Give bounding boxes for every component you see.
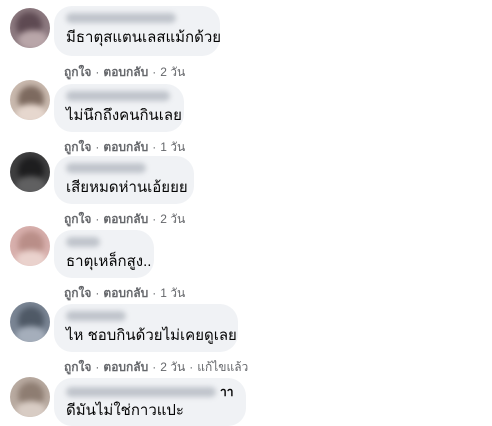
avatar[interactable] [10,80,50,120]
avatar[interactable] [10,8,50,48]
comment-text: มีธาตุสแตนเลสแม้กด้วย [66,29,222,46]
commenter-name-suffix: าา [220,384,234,399]
comment-bubble: าา ดีมันไม่ใช่กาวแปะ [54,378,246,426]
avatar[interactable] [10,152,50,192]
reply-button[interactable]: ตอบกลับ [103,65,148,79]
reply-button[interactable]: ตอบกลับ [103,360,148,374]
comment-text: ธาตุเหล็กสูง.. [66,253,152,270]
like-button[interactable]: ถูกใจ [64,286,91,300]
comment-text: ไม่นึกถึงคนกินเลย [66,107,182,124]
comment-bubble: ธาตุเหล็กสูง.. [54,230,154,278]
commenter-name-redacted[interactable] [66,13,176,23]
commenter-name-redacted[interactable] [66,311,126,321]
reply-button[interactable]: ตอบกลับ [103,140,148,154]
timestamp[interactable]: 2 วัน [160,65,185,79]
commenter-name-redacted[interactable] [66,387,216,397]
like-button[interactable]: ถูกใจ [64,65,91,79]
avatar[interactable] [10,302,50,342]
timestamp[interactable]: 2 วัน [160,360,185,374]
comment-actions: ถูกใจ · ตอบกลับ · 2 วัน [64,212,186,226]
timestamp[interactable]: 1 วัน [160,140,185,154]
comment-actions: ถูกใจ · ตอบกลับ · 2 วัน · แก้ไขแล้ว [64,360,249,374]
avatar[interactable] [10,226,50,266]
comment-actions: ถูกใจ · ตอบกลับ · 1 วัน [64,286,186,300]
comment-bubble: ไม่นึกถึงคนกินเลย [54,84,184,132]
reply-button[interactable]: ตอบกลับ [103,286,148,300]
commenter-name-redacted[interactable] [66,91,170,101]
commenter-name-redacted[interactable] [66,163,146,173]
timestamp[interactable]: 2 วัน [160,212,185,226]
comment-bubble: เสียหมดห่านเอ้ยยย [54,156,194,204]
comment-text: ดีมันไม่ใช่กาวแปะ [66,402,184,419]
comment-text: ไห ชอบกินด้วยไม่เคยดูเลย [66,327,237,344]
reply-button[interactable]: ตอบกลับ [103,212,148,226]
comment-bubble: มีธาตุสแตนเลสแม้กด้วย [54,6,222,56]
comment-text: เสียหมดห่านเอ้ยยย [66,179,188,196]
comment-actions: ถูกใจ · ตอบกลับ · 1 วัน [64,140,186,154]
like-button[interactable]: ถูกใจ [64,360,91,374]
like-button[interactable]: ถูกใจ [64,212,91,226]
commenter-name: าา [66,385,234,399]
commenter-name-redacted[interactable] [66,237,100,247]
comment-actions: ถูกใจ · ตอบกลับ · 2 วัน [64,65,186,79]
timestamp[interactable]: 1 วัน [160,286,185,300]
edited-label[interactable]: แก้ไขแล้ว [197,360,248,374]
avatar[interactable] [10,377,50,417]
comment-bubble: ไห ชอบกินด้วยไม่เคยดูเลย [54,304,238,352]
like-button[interactable]: ถูกใจ [64,140,91,154]
